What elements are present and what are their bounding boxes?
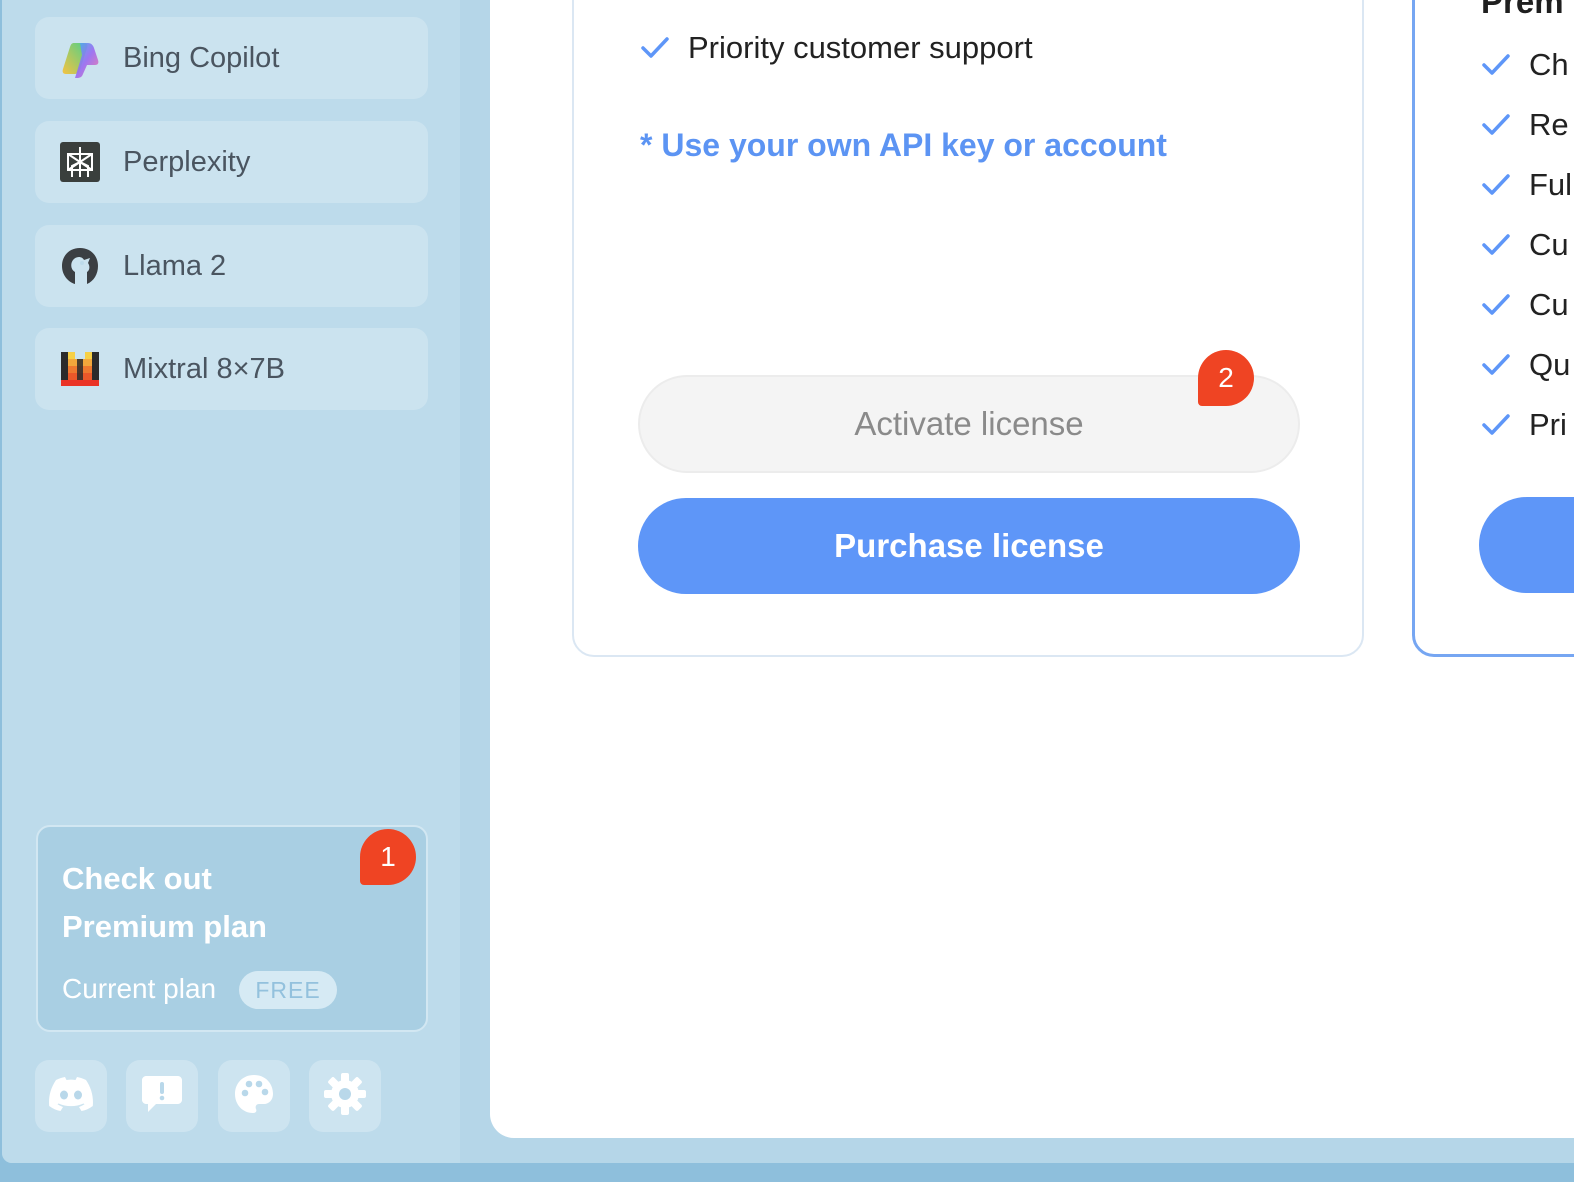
bot-label: Perplexity [123,145,251,178]
sidebar-item-mixtral[interactable]: Mixtral 8×7B [35,328,428,410]
settings-button[interactable] [309,1060,381,1132]
check-icon [1482,54,1510,75]
plan-badge: FREE [239,971,337,1009]
notification-badge: 1 [360,829,416,885]
check-icon [641,37,669,58]
bot-label: Llama 2 [123,249,227,282]
feature-text: Qu [1529,347,1571,382]
bot-label: Bing Copilot [123,41,280,74]
feature-row: Re [1481,107,1569,143]
feature-row: Cu [1481,287,1569,323]
copilot-icon [59,37,101,79]
premium-card-title: Check out Premium plan [62,861,267,944]
discord-button[interactable] [35,1060,107,1132]
check-icon [1482,294,1510,315]
llama-icon [59,245,101,287]
app-frame: Bing Copilot Perplexity Llama 2 Mixtral … [2,0,1574,1163]
check-icon [1482,174,1510,195]
feature-text: Cu [1529,287,1569,322]
feature-text: Cu [1529,227,1569,262]
palette-icon [234,1074,274,1119]
premium-plan-card[interactable]: Check out Premium plan Current plan FREE… [36,825,428,1032]
theme-button[interactable] [218,1060,290,1132]
feature-row: Qu [1481,347,1570,383]
feature-row: Ch [1481,47,1569,83]
check-icon [1482,414,1510,435]
feature-row: Cu [1481,227,1569,263]
settings-icon [324,1072,366,1120]
bot-label: Mixtral 8×7B [123,352,285,385]
license-plan-card: Priority customer support * Use your own… [572,0,1364,657]
premium-plan-heading: Prem [1481,0,1564,20]
feature-text: Priority customer support [688,30,1033,65]
feedback-icon [142,1074,182,1119]
check-icon [1482,354,1510,375]
premium-plan-card-main: Prem Ch Re Ful Cu Cu Qu Pri [1412,0,1574,657]
check-icon [1482,114,1510,135]
discord-icon [49,1076,93,1116]
feature-row: Pri [1481,407,1567,443]
sidebar-item-llama-2[interactable]: Llama 2 [35,225,428,307]
notification-badge: 2 [1198,350,1254,406]
feature-text: Ch [1529,47,1569,82]
feature-row: Priority customer support [640,30,1033,66]
feature-text: Ful [1529,167,1573,202]
sidebar: Bing Copilot Perplexity Llama 2 Mixtral … [2,0,460,1163]
api-key-note: * Use your own API key or account [640,127,1167,163]
check-icon [1482,234,1510,255]
feature-row: Ful [1481,167,1572,203]
perplexity-icon [59,141,101,183]
feedback-button[interactable] [126,1060,198,1132]
sidebar-item-bing-copilot[interactable]: Bing Copilot [35,17,428,99]
sidebar-item-perplexity[interactable]: Perplexity [35,121,428,203]
mistral-icon [59,348,101,390]
feature-text: Pri [1529,407,1567,442]
premium-purchase-button[interactable] [1479,497,1574,593]
purchase-license-button[interactable]: Purchase license [638,498,1300,594]
current-plan-label: Current plan [62,973,217,1004]
feature-text: Re [1529,107,1569,142]
main-panel: Priority customer support * Use your own… [490,0,1574,1138]
